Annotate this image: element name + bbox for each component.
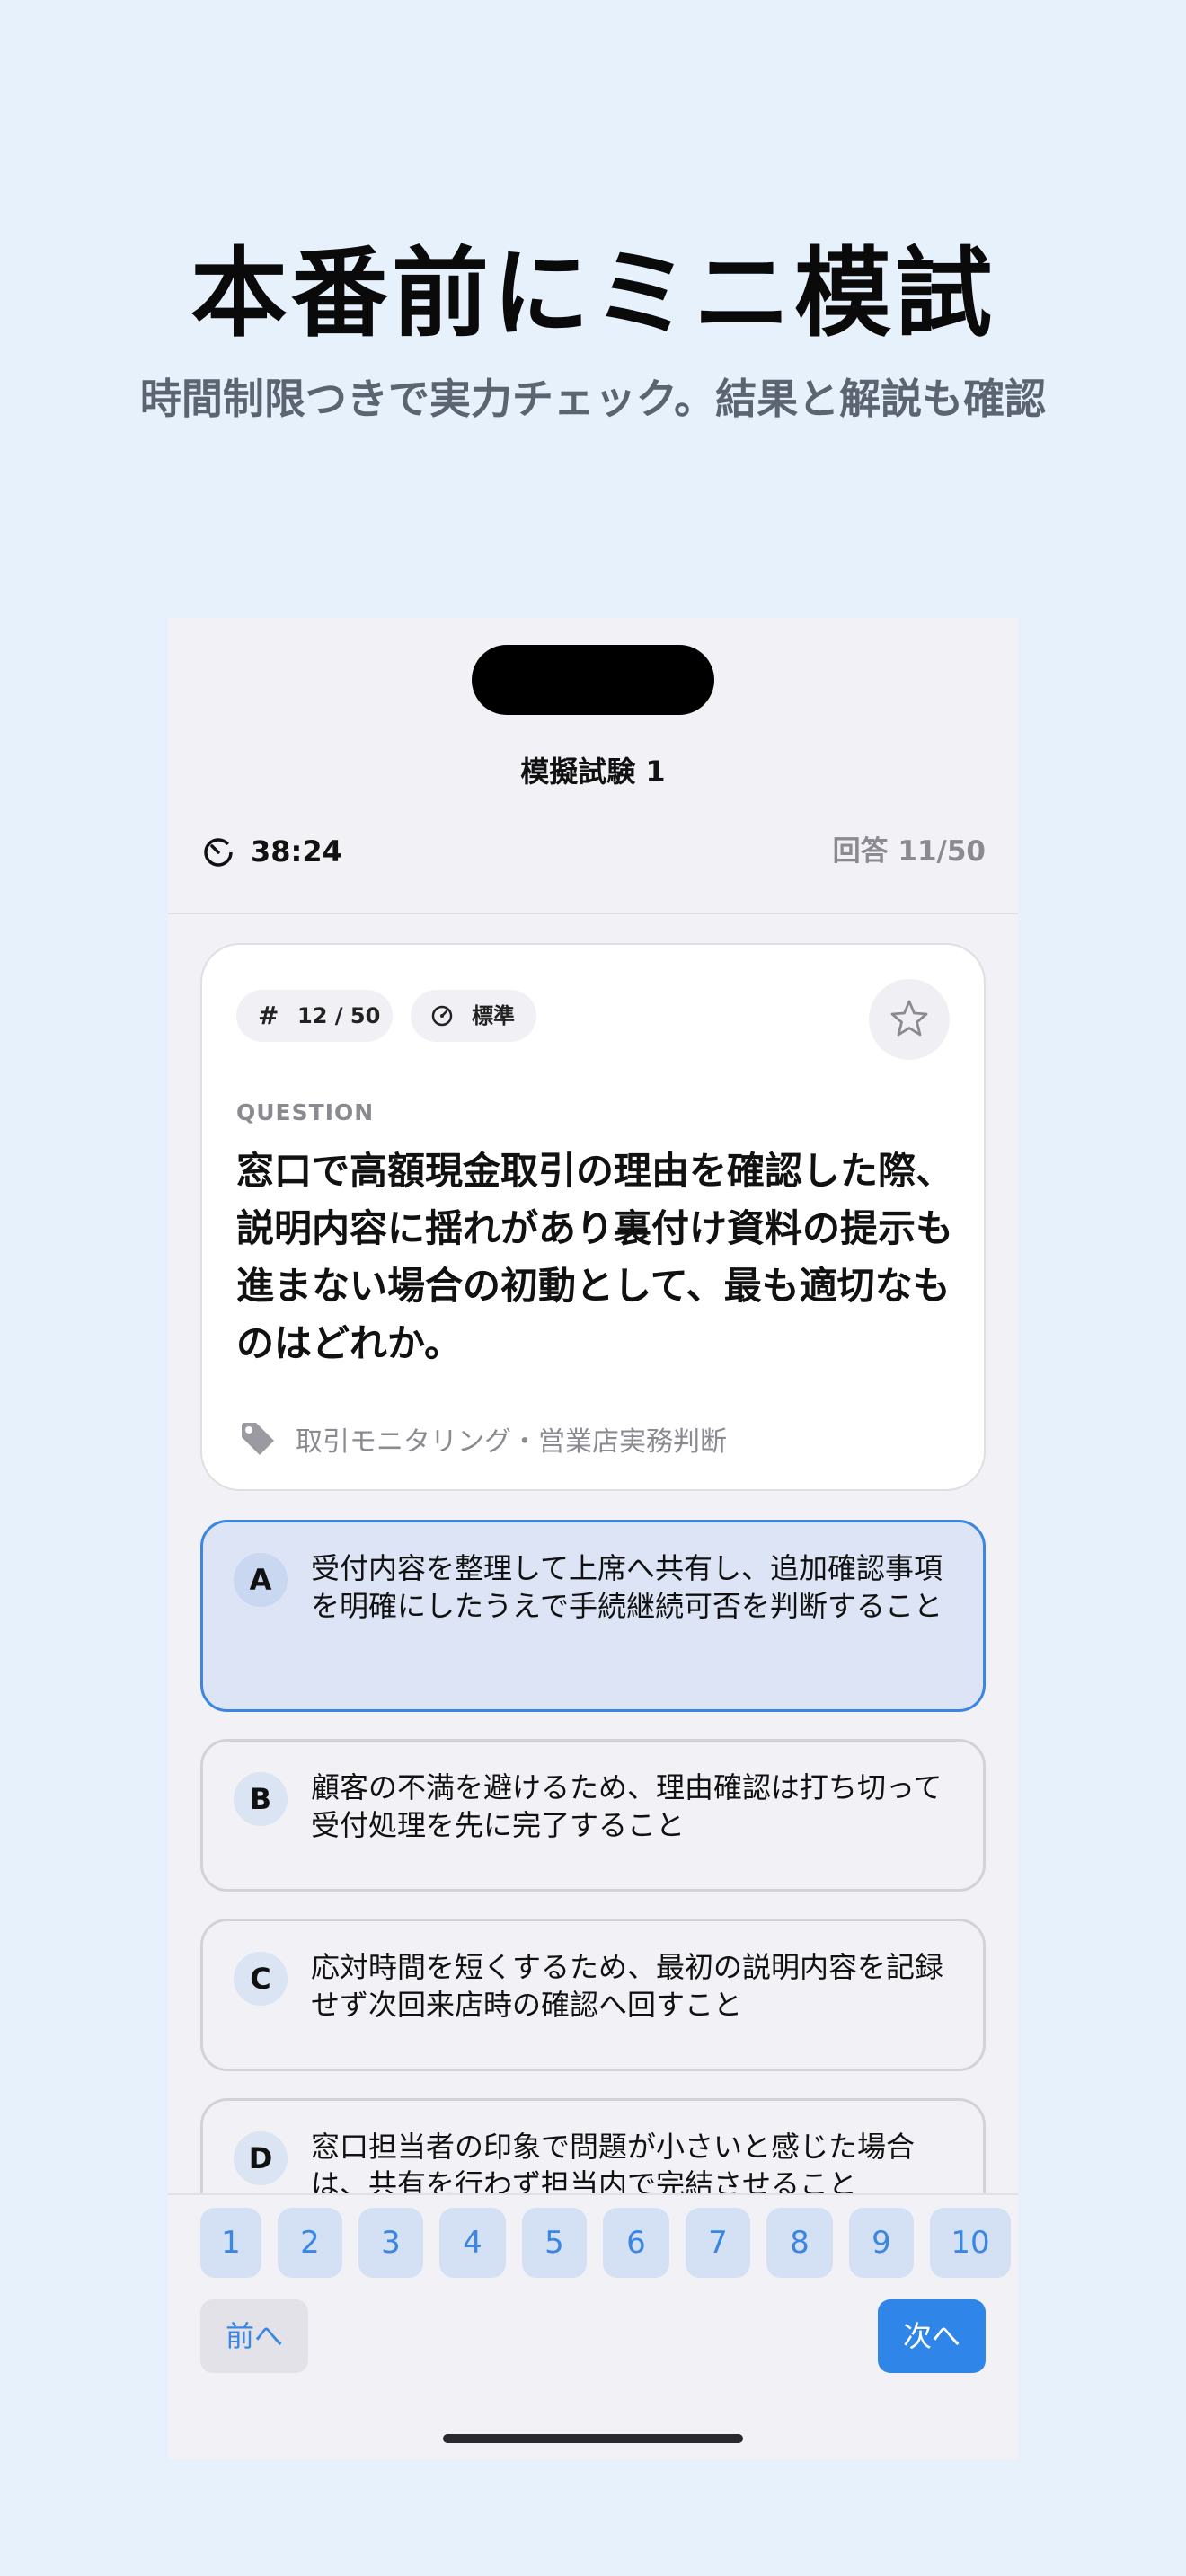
question-nav-7[interactable]: 7 <box>686 2208 750 2278</box>
question-nav-10[interactable]: 10 <box>930 2208 1011 2278</box>
option-text: 応対時間を短くするため、最初の説明内容を記録せず次回来店時の確認へ回すこと <box>311 1950 944 2022</box>
divider <box>168 913 1018 914</box>
option-text: 窓口担当者の印象で問題が小さいと感じた場合は、共有を行わず担当内で完結させること <box>311 2130 916 2201</box>
question-nav-2[interactable]: 2 <box>278 2208 342 2278</box>
phone-screen: 模擬試験 1 38:24 回答 11/50 # 12 / 50 標準 QUEST… <box>168 618 1018 2459</box>
option-text: 受付内容を整理して上席へ共有し、追加確認事項を明確にしたうえで手続継続可否を判断… <box>311 1551 943 1623</box>
question-number: 12 / 50 <box>297 1003 381 1028</box>
option-letter: C <box>234 1952 288 2006</box>
timer-icon <box>200 834 236 869</box>
question-label: QUESTION <box>236 1099 375 1125</box>
question-nav-6[interactable]: 6 <box>603 2208 669 2278</box>
option-letter: D <box>234 2131 288 2185</box>
option-letter: A <box>234 1553 288 1607</box>
tag-icon <box>236 1417 278 1462</box>
question-card: # 12 / 50 標準 QUESTION 窓口で高額現金取引の理由を確認した際… <box>200 943 986 1491</box>
question-tag: 取引モニタリング・営業店実務判断 <box>296 1426 727 1458</box>
hero-title: 本番前にミニ模試 <box>190 238 996 350</box>
hash-icon: # <box>258 1001 279 1030</box>
gauge-icon <box>431 1005 453 1027</box>
question-nav-3[interactable]: 3 <box>358 2208 423 2278</box>
bottom-navigation: 1 2 3 4 5 6 7 8 9 10 前へ 次へ <box>168 2193 1018 2459</box>
option-c[interactable]: C 応対時間を短くするため、最初の説明内容を記録せず次回来店時の確認へ回すこと <box>200 1919 986 2071</box>
question-nav-1[interactable]: 1 <box>200 2208 261 2278</box>
dynamic-island <box>472 645 714 715</box>
option-a[interactable]: A 受付内容を整理して上席へ共有し、追加確認事項を明確にしたうえで手続継続可否を… <box>200 1520 986 1712</box>
question-nav-8[interactable]: 8 <box>766 2208 833 2278</box>
question-number-badge: # 12 / 50 <box>236 990 393 1042</box>
star-icon <box>890 1000 928 1037</box>
home-indicator <box>443 2434 743 2443</box>
answered-count: 回答 11/50 <box>832 835 986 868</box>
prev-button[interactable]: 前へ <box>200 2299 308 2373</box>
option-b[interactable]: B 顧客の不満を避けるため、理由確認は打ち切って受付処理を先に完了すること <box>200 1739 986 1892</box>
difficulty-label: 標準 <box>472 1003 515 1028</box>
hero-subtitle: 時間制限つきで実力チェック。結果と解説も確認 <box>139 375 1047 423</box>
question-nav-4[interactable]: 4 <box>439 2208 506 2278</box>
option-text: 顧客の不満を避けるため、理由確認は打ち切って受付処理を先に完了すること <box>311 1770 943 1842</box>
option-letter: B <box>234 1772 288 1826</box>
question-text: 窓口で高額現金取引の理由を確認した際、説明内容に揺れがあり裏付け資料の提示も進ま… <box>236 1149 954 1365</box>
nav-title: 模擬試験 1 <box>520 754 666 789</box>
difficulty-badge: 標準 <box>411 990 536 1042</box>
bookmark-button[interactable] <box>869 979 950 1060</box>
timer-value: 38:24 <box>251 834 342 869</box>
question-nav-5[interactable]: 5 <box>522 2208 587 2278</box>
next-button[interactable]: 次へ <box>878 2299 986 2373</box>
exam-status-bar: 38:24 回答 11/50 <box>168 834 1018 905</box>
question-nav-9[interactable]: 9 <box>849 2208 914 2278</box>
